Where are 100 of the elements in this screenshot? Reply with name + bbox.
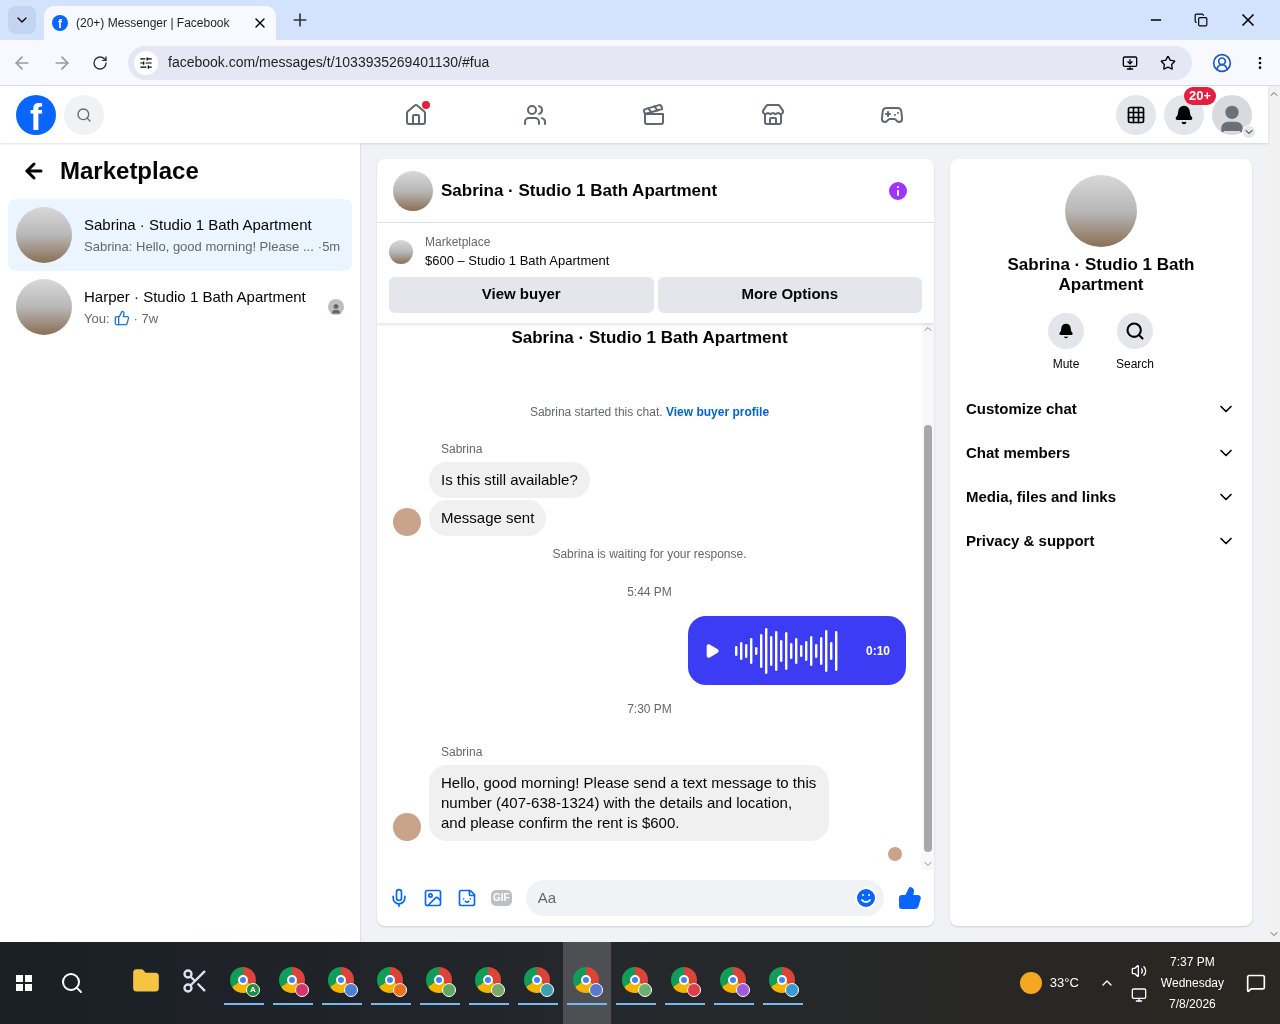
chat-heading: Sabrina · Studio 1 Bath Apartment [511,326,788,349]
clock-time: 7:37 PM [1170,953,1215,971]
buyer-profile-link[interactable]: View buyer profile [665,405,770,419]
notifications-icon[interactable] [1246,973,1266,993]
bookmark-star-icon[interactable] [1160,54,1176,71]
bell-icon[interactable] [1058,323,1074,339]
message-bubble: Is this still available? [429,462,590,498]
browser-icon [524,967,550,993]
windows-logo-icon[interactable] [16,975,32,991]
bell-icon[interactable] [1174,104,1194,125]
chat-avatar [393,170,433,211]
browser-icon [328,967,354,993]
info-name: Sabrina · Studio 1 Bath Apartment [1006,255,1196,295]
message-bubble: Hello, good morning! Please send a text message to this number (407-638-1324) with the details and location, and please confirm the rent is $600. [429,765,829,841]
person-silhouette-icon [330,303,342,315]
section-row[interactable]: Customize chat [958,387,1244,431]
conversation-item[interactable]: Sabrina · Studio 1 Bath Apartment Sabrina: Hello, good morning! Please ... ·5m [8,199,352,271]
voice-message[interactable]: 0:10 [688,616,906,685]
timestamp: 7:30 PM [627,701,672,718]
action-button[interactable]: View buyer [389,276,654,313]
account-button[interactable] [1212,94,1252,135]
clock-day: Wednesday [1160,972,1224,994]
menu-button[interactable] [1116,94,1156,135]
message-field[interactable]: Aa [525,880,884,916]
browser-icon [769,967,795,993]
system-message: Sabrina started this chat. View buyer profile [529,404,770,421]
action-label: Mute [1052,356,1080,373]
sidebar-title: Marketplace [60,156,199,186]
browser-icon [720,967,746,993]
listing-thumbnail [389,239,413,264]
facebook-logo[interactable]: f [16,94,56,135]
listing-label: Marketplace [425,234,492,251]
browser-icon [230,967,256,993]
system-message: Sabrina is waiting for your response. [552,546,747,563]
search-icon[interactable] [60,971,84,995]
chat-title: Sabrina · Studio 1 Bath Apartment [441,179,718,202]
action-label: Search [1116,356,1154,373]
search-button[interactable] [1117,313,1153,349]
url-text: facebook.com/messages/t/1033935269401130/#fua [168,53,490,72]
listing-thumbnail [16,279,72,335]
volume-icon[interactable] [1130,963,1147,979]
install-icon[interactable] [1122,54,1138,71]
temperature: 33°C [1049,974,1079,993]
browser-icon [475,967,501,993]
facebook-favicon: f [52,15,68,31]
message-preview: Sabrina: Hello, good morning! Please ... [84,237,314,256]
store-icon[interactable] [761,102,785,127]
browser-icon [622,967,648,993]
section-row[interactable]: Media, files and links [958,475,1244,519]
address-bar[interactable]: facebook.com/messages/t/1033935269401130/#fua [128,45,1192,80]
microphone-icon[interactable] [389,888,409,908]
sender-name: Sabrina [441,745,483,759]
browser-icon [377,967,403,993]
section-row[interactable]: Privacy & support [958,519,1244,563]
video-icon[interactable] [642,102,666,127]
weather-icon[interactable] [1019,972,1042,994]
emoji-icon[interactable] [854,886,878,910]
conversation-name: Harper · Studio 1 Bath Apartment [84,287,307,307]
site-settings-icon[interactable] [139,55,153,70]
conversation-item[interactable]: Harper · Studio 1 Bath Apartment You: · 7w [8,271,352,343]
like-icon[interactable] [898,886,922,910]
taskbar-app[interactable]: A [220,942,268,1024]
play-icon[interactable] [704,642,720,659]
listing-thumbnail [16,207,72,263]
conversation-time: · 7w [133,309,159,328]
home-icon[interactable] [404,102,428,127]
people-icon[interactable] [523,102,547,127]
browser-icon [573,967,599,993]
sticker-icon[interactable] [457,888,477,908]
sender-name: Sabrina [441,442,483,456]
search-icon[interactable] [1125,321,1145,341]
browser-icon [279,967,305,993]
conversation-name: Sabrina · Studio 1 Bath Apartment [84,215,313,235]
tab-title: (20+) Messenger | Facebook [76,15,230,32]
folder-icon [132,967,160,995]
notification-count: 20+ [1184,86,1217,105]
conversation-time: ·5m [317,237,341,256]
browser-icon [426,967,452,993]
browser-tab[interactable]: f (20+) Messenger | Facebook [44,6,276,40]
section-row[interactable]: Chat members [958,431,1244,475]
tab-list-button[interactable] [8,6,36,34]
reload-icon[interactable] [92,54,108,71]
profile-badge: A [246,983,260,997]
clock-date: 7/8/2026 [1169,995,1216,1013]
profile-icon[interactable] [1212,52,1232,73]
message-input[interactable]: Aa [525,886,854,910]
mute-button[interactable] [1048,313,1084,349]
timestamp: 5:44 PM [627,584,672,601]
photo-icon[interactable] [423,888,443,908]
thumbs-up-icon [113,310,130,327]
message-preview: You: [84,309,110,328]
message-bubble: Message sent [429,500,547,536]
network-icon[interactable] [1130,987,1147,1003]
restore-icon[interactable] [1194,13,1208,27]
action-button[interactable]: More Options [657,276,922,313]
grid-icon[interactable] [1126,104,1146,125]
audio-duration: 0:10 [865,642,890,660]
read-receipt-avatar [888,847,902,861]
listing-title: $600 – Studio 1 Bath Apartment [425,252,610,270]
browser-icon [671,967,697,993]
